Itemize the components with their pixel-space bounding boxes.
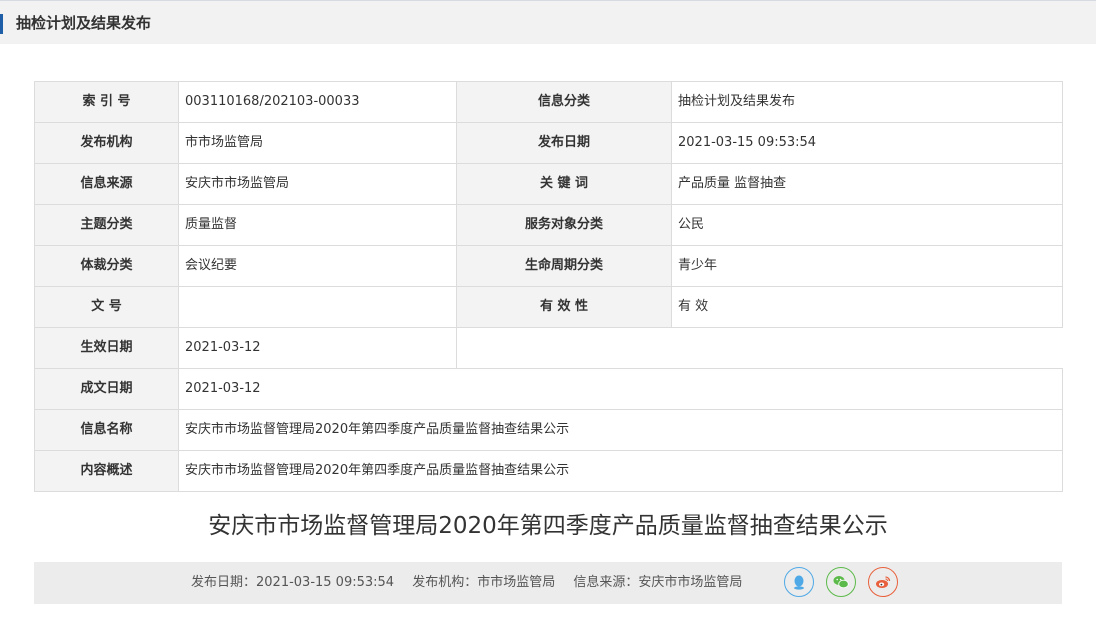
table-row: 主题分类 质量监督 服务对象分类 公民	[34, 204, 1063, 246]
table-row: 生效日期 2021-03-12	[34, 327, 1063, 369]
meta-publisher: 发布机构：市市场监管局	[412, 575, 556, 590]
weibo-icon	[876, 576, 891, 588]
written-value: 2021-03-12	[178, 368, 1063, 410]
audience-value: 公民	[671, 204, 1063, 246]
effective-label: 生效日期	[34, 327, 179, 369]
share-weibo-button[interactable]	[868, 567, 898, 597]
section-title: 抽检计划及结果发布	[16, 14, 152, 32]
source-label: 信息来源	[34, 163, 179, 205]
docno-label: 文 号	[34, 286, 179, 328]
footer-meta-bar: 发布日期：2021-03-15 09:53:54 发布机构：市市场监管局 信息来…	[34, 562, 1062, 604]
document-title: 安庆市市场监督管理局2020年第四季度产品质量监督抽查结果公示	[208, 513, 888, 539]
share-wechat-button[interactable]	[826, 567, 856, 597]
info-table: 索 引 号 003110168/202103-00033 信息分类 抽检计划及结…	[34, 81, 1063, 492]
topic-value: 质量监督	[178, 204, 457, 246]
meta-info: 发布日期：2021-03-15 09:53:54 发布机构：市市场监管局 信息来…	[191, 562, 756, 604]
table-row: 信息来源 安庆市市场监管局 关 键 词 产品质量 监督抽查	[34, 163, 1063, 205]
pubdate-value: 2021-03-15 09:53:54	[671, 122, 1063, 164]
qq-icon	[794, 575, 804, 590]
audience-label: 服务对象分类	[456, 204, 672, 246]
category-value: 抽检计划及结果发布	[671, 81, 1063, 123]
section-header: 抽检计划及结果发布	[0, 1, 1096, 44]
table-row: 文 号 有 效 性 有 效	[34, 286, 1063, 328]
lifecycle-label: 生命周期分类	[456, 245, 672, 287]
table-row: 成文日期 2021-03-12	[34, 368, 1063, 410]
table-row: 体裁分类 会议纪要 生命周期分类 青少年	[34, 245, 1063, 287]
topic-label: 主题分类	[34, 204, 179, 246]
summary-label: 内容概述	[34, 450, 179, 492]
name-value: 安庆市市场监督管理局2020年第四季度产品质量监督抽查结果公示	[178, 409, 1063, 451]
section-accent-bar	[0, 14, 3, 34]
category-label: 信息分类	[456, 81, 672, 123]
validity-value: 有 效	[671, 286, 1063, 328]
index-value: 003110168/202103-00033	[178, 81, 457, 123]
genre-value: 会议纪要	[178, 245, 457, 287]
empty-cell	[456, 327, 1063, 369]
genre-label: 体裁分类	[34, 245, 179, 287]
written-label: 成文日期	[34, 368, 179, 410]
publisher-label: 发布机构	[34, 122, 179, 164]
lifecycle-value: 青少年	[671, 245, 1063, 287]
meta-pubdate: 发布日期：2021-03-15 09:53:54	[191, 575, 395, 590]
share-qq-button[interactable]	[784, 567, 814, 597]
validity-label: 有 效 性	[456, 286, 672, 328]
table-row: 索 引 号 003110168/202103-00033 信息分类 抽检计划及结…	[34, 81, 1063, 123]
effective-value: 2021-03-12	[178, 327, 457, 369]
pubdate-label: 发布日期	[456, 122, 672, 164]
source-value: 安庆市市场监管局	[178, 163, 457, 205]
name-label: 信息名称	[34, 409, 179, 451]
table-row: 信息名称 安庆市市场监督管理局2020年第四季度产品质量监督抽查结果公示	[34, 409, 1063, 451]
keywords-label: 关 键 词	[456, 163, 672, 205]
publisher-value: 市市场监管局	[178, 122, 457, 164]
wechat-icon	[833, 576, 849, 589]
keywords-value: 产品质量 监督抽查	[671, 163, 1063, 205]
table-row: 内容概述 安庆市市场监督管理局2020年第四季度产品质量监督抽查结果公示	[34, 450, 1063, 492]
table-row: 发布机构 市市场监管局 发布日期 2021-03-15 09:53:54	[34, 122, 1063, 164]
index-label: 索 引 号	[34, 81, 179, 123]
summary-value: 安庆市市场监督管理局2020年第四季度产品质量监督抽查结果公示	[178, 450, 1063, 492]
docno-value	[178, 286, 457, 328]
meta-source: 信息来源：安庆市市场监管局	[573, 575, 743, 590]
